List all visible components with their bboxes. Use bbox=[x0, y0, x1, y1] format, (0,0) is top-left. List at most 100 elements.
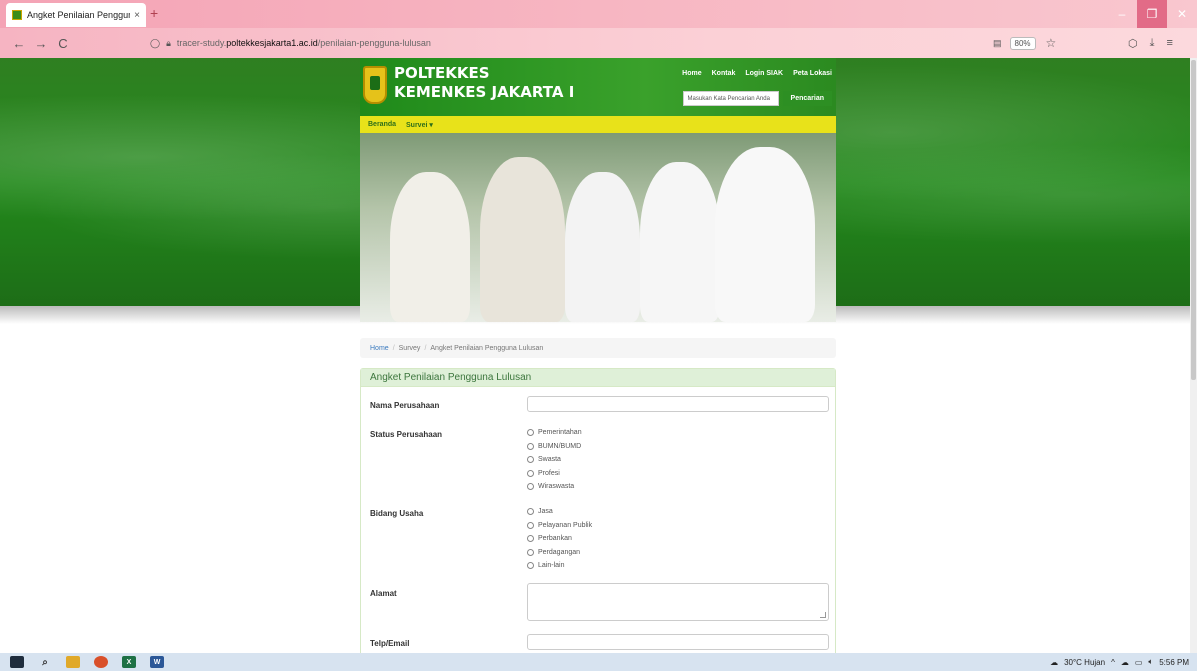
search-button[interactable]: Pencarian bbox=[782, 91, 832, 106]
topnav-home[interactable]: Home bbox=[682, 70, 701, 77]
pocket-icon[interactable]: ⬡ bbox=[1128, 37, 1138, 50]
zoom-level[interactable]: 80% bbox=[1009, 36, 1036, 50]
bidang-usaha-radio-group: Jasa Pelayanan Publik Perbankan Perdagan… bbox=[527, 505, 592, 573]
network-icon[interactable]: ▭ bbox=[1135, 658, 1143, 667]
close-window-button[interactable]: ✕ bbox=[1167, 0, 1197, 28]
hero-person-4 bbox=[640, 162, 720, 322]
chevron-up-icon[interactable]: ^ bbox=[1111, 658, 1115, 667]
page-scrollbar[interactable] bbox=[1190, 58, 1197, 653]
word-icon[interactable]: W bbox=[150, 656, 164, 668]
radio-icon bbox=[527, 508, 534, 516]
file-explorer-icon[interactable] bbox=[66, 656, 80, 668]
radio-icon bbox=[527, 429, 534, 437]
resize-grip-icon[interactable] bbox=[820, 612, 826, 618]
radio-icon bbox=[527, 535, 534, 543]
menu-survei[interactable]: Survei ▾ bbox=[406, 121, 433, 129]
tab-close-icon[interactable]: × bbox=[134, 10, 140, 21]
url-path: /penilaian-pengguna-lulusan bbox=[317, 38, 431, 48]
radio-icon bbox=[527, 456, 534, 464]
site-title[interactable]: POLTEKKES KEMENKES JAKARTA I bbox=[394, 64, 574, 102]
topnav-kontak[interactable]: Kontak bbox=[712, 70, 736, 77]
weather-text[interactable]: 30°C Hujan bbox=[1064, 658, 1105, 667]
page-viewport: POLTEKKES KEMENKES JAKARTA I Home Kontak… bbox=[0, 58, 1190, 653]
topnav-peta-lokasi[interactable]: Peta Lokasi bbox=[793, 70, 832, 77]
radio-icon bbox=[527, 469, 534, 477]
radio-icon bbox=[527, 548, 534, 556]
restore-button[interactable]: ❐ bbox=[1137, 0, 1167, 28]
menu-icon[interactable]: ≡ bbox=[1166, 37, 1172, 49]
radio-label: Jasa bbox=[538, 508, 553, 516]
downloads-icon[interactable]: ⤓ bbox=[1150, 37, 1155, 50]
minimize-button[interactable]: – bbox=[1107, 0, 1137, 28]
clock-time[interactable]: 5:56 PM bbox=[1159, 658, 1189, 667]
breadcrumb-survey[interactable]: Survey bbox=[399, 345, 421, 352]
radio-label: Profesi bbox=[538, 469, 560, 477]
nama-perusahaan-input[interactable] bbox=[527, 396, 829, 412]
radio-label: Perbankan bbox=[538, 535, 572, 543]
url-prefix: tracer-study. bbox=[176, 38, 227, 48]
excel-icon[interactable]: X bbox=[122, 656, 136, 668]
breadcrumb-separator: / bbox=[392, 344, 395, 352]
breadcrumb-separator: / bbox=[424, 344, 427, 352]
form-heading: Angket Penilaian Pengguna Lulusan bbox=[361, 369, 835, 387]
search-icon[interactable]: ⌕ bbox=[38, 656, 52, 668]
status-option-profesi[interactable]: Profesi bbox=[527, 467, 582, 481]
firefox-icon[interactable] bbox=[94, 656, 108, 668]
toolbar-right: ⬡ ⤓ ≡ bbox=[1128, 33, 1173, 53]
top-nav: Home Kontak Login SIAK Peta Lokasi bbox=[682, 70, 832, 77]
bidang-option-jasa[interactable]: Jasa bbox=[527, 505, 592, 519]
poltekkes-logo-icon[interactable] bbox=[363, 66, 387, 104]
search-input[interactable]: Masukan Kata Pencarian Anda bbox=[682, 91, 779, 106]
hero-person-5 bbox=[715, 147, 815, 322]
radio-label: Perdagangan bbox=[538, 548, 581, 556]
bookmark-star-icon[interactable]: ☆ bbox=[1046, 36, 1057, 50]
radio-label: BUMN/BUMD bbox=[538, 442, 582, 450]
browser-tab[interactable]: Angket Penilaian Pengguna Lul × bbox=[6, 3, 146, 27]
hero-person-3 bbox=[565, 172, 640, 322]
site-title-line2: KEMENKES JAKARTA I bbox=[394, 83, 575, 101]
radio-icon bbox=[527, 521, 534, 529]
url-domain: poltekkesjakarta1.ac.id bbox=[226, 38, 318, 48]
radio-label: Swasta bbox=[538, 456, 561, 464]
bidang-option-lain-lain[interactable]: Lain-lain bbox=[527, 559, 592, 573]
site-container: POLTEKKES KEMENKES JAKARTA I Home Kontak… bbox=[360, 58, 836, 322]
url-right-controls: ▤ 80% ☆ bbox=[993, 33, 1056, 53]
breadcrumb-home[interactable]: Home bbox=[370, 345, 389, 352]
status-option-wiraswasta[interactable]: Wiraswasta bbox=[527, 480, 582, 494]
hero-person-2 bbox=[480, 157, 565, 322]
new-tab-button[interactable]: + bbox=[150, 5, 158, 21]
breadcrumb: Home / Survey / Angket Penilaian Penggun… bbox=[360, 338, 836, 358]
status-option-swasta[interactable]: Swasta bbox=[527, 453, 582, 467]
radio-label: Pelayanan Publik bbox=[538, 521, 593, 529]
menu-beranda[interactable]: Beranda bbox=[368, 121, 396, 128]
lock-icon: 🔒︎ bbox=[166, 37, 171, 48]
radio-icon bbox=[527, 562, 534, 570]
status-option-bumn[interactable]: BUMN/BUMD bbox=[527, 440, 582, 454]
bidang-option-perdagangan[interactable]: Perdagangan bbox=[527, 546, 592, 560]
address-bar[interactable]: ◯ 🔒︎ tracer-study. poltekkesjakarta1.ac.… bbox=[150, 33, 850, 53]
topnav-login-siak[interactable]: Login SIAK bbox=[745, 70, 783, 77]
status-perusahaan-radio-group: Pemerintahan BUMN/BUMD Swasta Profesi Wi… bbox=[527, 426, 582, 494]
status-option-pemerintahan[interactable]: Pemerintahan bbox=[527, 426, 582, 440]
tab-title: Angket Penilaian Pengguna Lul bbox=[27, 10, 130, 20]
browser-tab-bar: Angket Penilaian Pengguna Lul × + – ❐ ✕ bbox=[0, 0, 1197, 28]
telp-email-input[interactable] bbox=[527, 634, 829, 650]
back-button[interactable]: ← bbox=[8, 36, 30, 51]
reload-button[interactable]: C bbox=[52, 36, 74, 51]
browser-nav-bar: ← → C ◯ 🔒︎ tracer-study. poltekkesjakart… bbox=[0, 28, 1197, 58]
onedrive-icon[interactable]: ☁ bbox=[1121, 658, 1129, 667]
radio-icon bbox=[527, 483, 534, 491]
volume-icon[interactable]: 🔈︎ bbox=[1148, 657, 1153, 667]
telp-email-label: Telp/Email bbox=[370, 639, 410, 648]
system-tray: ☁ 30°C Hujan ^ ☁ ▭ 🔈︎ 5:56 PM bbox=[1050, 653, 1189, 671]
bidang-option-perbankan[interactable]: Perbankan bbox=[527, 532, 592, 546]
os-taskbar: ⌕ X W ☁ 30°C Hujan ^ ☁ ▭ 🔈︎ 5:56 PM bbox=[0, 653, 1197, 671]
windows-start-icon[interactable] bbox=[10, 656, 24, 668]
forward-button[interactable]: → bbox=[30, 36, 52, 51]
main-menu: Beranda Survei ▾ bbox=[360, 116, 836, 133]
scrollbar-thumb[interactable] bbox=[1191, 60, 1196, 380]
bidang-option-pelayanan-publik[interactable]: Pelayanan Publik bbox=[527, 519, 592, 533]
alamat-textarea[interactable] bbox=[527, 583, 829, 621]
site-search: Masukan Kata Pencarian Anda Pencarian bbox=[682, 91, 832, 106]
reader-view-icon[interactable]: ▤ bbox=[993, 38, 1002, 49]
